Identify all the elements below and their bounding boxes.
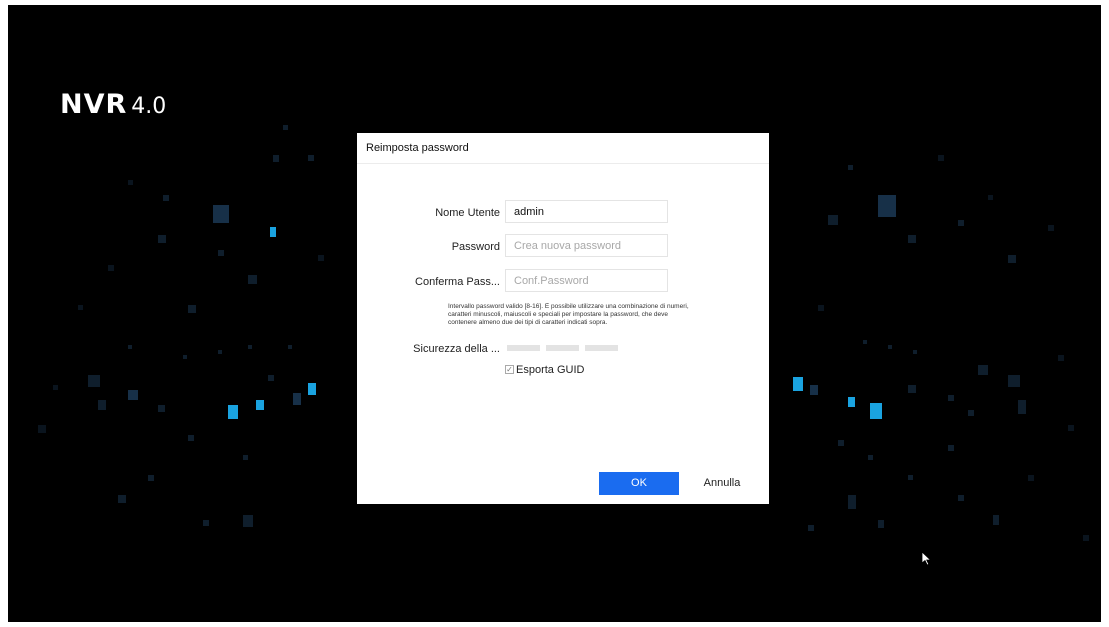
background-square — [908, 235, 916, 243]
background-square — [1008, 255, 1016, 263]
background-square — [256, 400, 264, 410]
background-square — [938, 155, 944, 161]
background-square — [283, 125, 288, 130]
background-square — [993, 515, 999, 525]
background-square — [988, 195, 993, 200]
background-square — [148, 475, 154, 481]
background-square — [913, 350, 917, 354]
background-square — [1008, 375, 1020, 387]
background-square — [293, 393, 301, 405]
password-hint: Intervallo password valido [8-16]. È pos… — [448, 303, 689, 326]
background-square — [213, 205, 229, 223]
background-square — [53, 385, 58, 390]
nvr-logo: NVR 4.0 — [60, 89, 166, 120]
background-square — [958, 495, 964, 501]
background-square — [243, 455, 248, 460]
background-square — [888, 345, 892, 349]
background-square — [88, 375, 100, 387]
dialog-title: Reimposta password — [366, 142, 469, 154]
strength-bar-weak — [507, 345, 540, 351]
checkmark-icon: ✓ — [506, 365, 513, 374]
background-square — [38, 425, 46, 433]
background-square — [308, 383, 316, 395]
background-square — [218, 350, 222, 354]
export-guid-checkbox[interactable]: ✓ — [505, 365, 514, 374]
background-square — [268, 375, 274, 381]
strength-bar-strong — [585, 345, 618, 351]
background-square — [868, 455, 873, 460]
background-square — [228, 405, 238, 419]
background-square — [108, 265, 114, 271]
background-square — [948, 445, 954, 451]
background-square — [308, 155, 314, 161]
background-square — [878, 520, 884, 528]
background-square — [158, 235, 166, 243]
background-square — [870, 403, 882, 419]
background-square — [243, 515, 253, 527]
background-square — [273, 155, 279, 162]
password-field[interactable] — [505, 234, 668, 257]
background-square — [1068, 425, 1074, 431]
background-square — [978, 365, 988, 375]
background-square — [248, 345, 252, 349]
background-square — [793, 377, 803, 391]
dialog-header: Reimposta password — [357, 133, 769, 164]
background-square — [158, 405, 165, 412]
background-square — [810, 385, 818, 395]
background-square — [818, 305, 824, 311]
background-square — [270, 227, 276, 237]
mouse-pointer-icon — [921, 551, 932, 566]
background-square — [1028, 475, 1034, 481]
background-square — [908, 475, 913, 480]
background-square — [128, 390, 138, 400]
background-square — [828, 215, 838, 225]
background-square — [968, 410, 974, 416]
background-square — [248, 275, 257, 284]
background-square — [908, 385, 916, 393]
cancel-button[interactable]: Annulla — [697, 472, 747, 495]
background-square — [188, 435, 194, 441]
username-label: Nome Utente — [435, 207, 500, 219]
background-square — [1058, 355, 1064, 361]
background-square — [848, 397, 855, 407]
background-square — [958, 220, 964, 226]
ok-button[interactable]: OK — [599, 472, 679, 495]
password-label: Password — [451, 241, 500, 253]
background-square — [1018, 400, 1026, 414]
background-square — [203, 520, 209, 526]
strength-bar-medium — [546, 345, 579, 351]
background-square — [98, 400, 106, 410]
username-field[interactable] — [505, 200, 668, 223]
background-square — [118, 495, 126, 503]
background-square — [1048, 225, 1054, 231]
background-square — [848, 165, 853, 170]
confirm-password-field[interactable] — [505, 269, 668, 292]
screen: NVR4.0 Reimposta password Nome Utente Pa… — [8, 5, 1101, 622]
background-square — [1083, 535, 1089, 541]
background-square — [808, 525, 814, 531]
background-square — [948, 395, 954, 401]
background-square — [183, 355, 187, 359]
background-square — [128, 180, 133, 185]
export-guid-label[interactable]: Esporta GUID — [516, 364, 584, 376]
confirm-password-label: Conferma Pass... — [415, 276, 500, 288]
background-square — [128, 345, 132, 349]
background-square — [878, 195, 896, 217]
logo-brand: NVR — [60, 89, 128, 120]
background-square — [288, 345, 292, 349]
background-square — [318, 255, 324, 261]
background-square — [188, 305, 196, 313]
background-square — [863, 340, 867, 344]
password-strength-label: Sicurezza della ... — [413, 343, 500, 355]
background-square — [848, 495, 856, 509]
reset-password-dialog: Reimposta password Nome Utente Password … — [357, 133, 769, 504]
logo-version: 4.0 — [131, 94, 167, 119]
background-square — [78, 305, 83, 310]
background-square — [163, 195, 169, 201]
background-square — [218, 250, 224, 256]
background-square — [838, 440, 844, 446]
